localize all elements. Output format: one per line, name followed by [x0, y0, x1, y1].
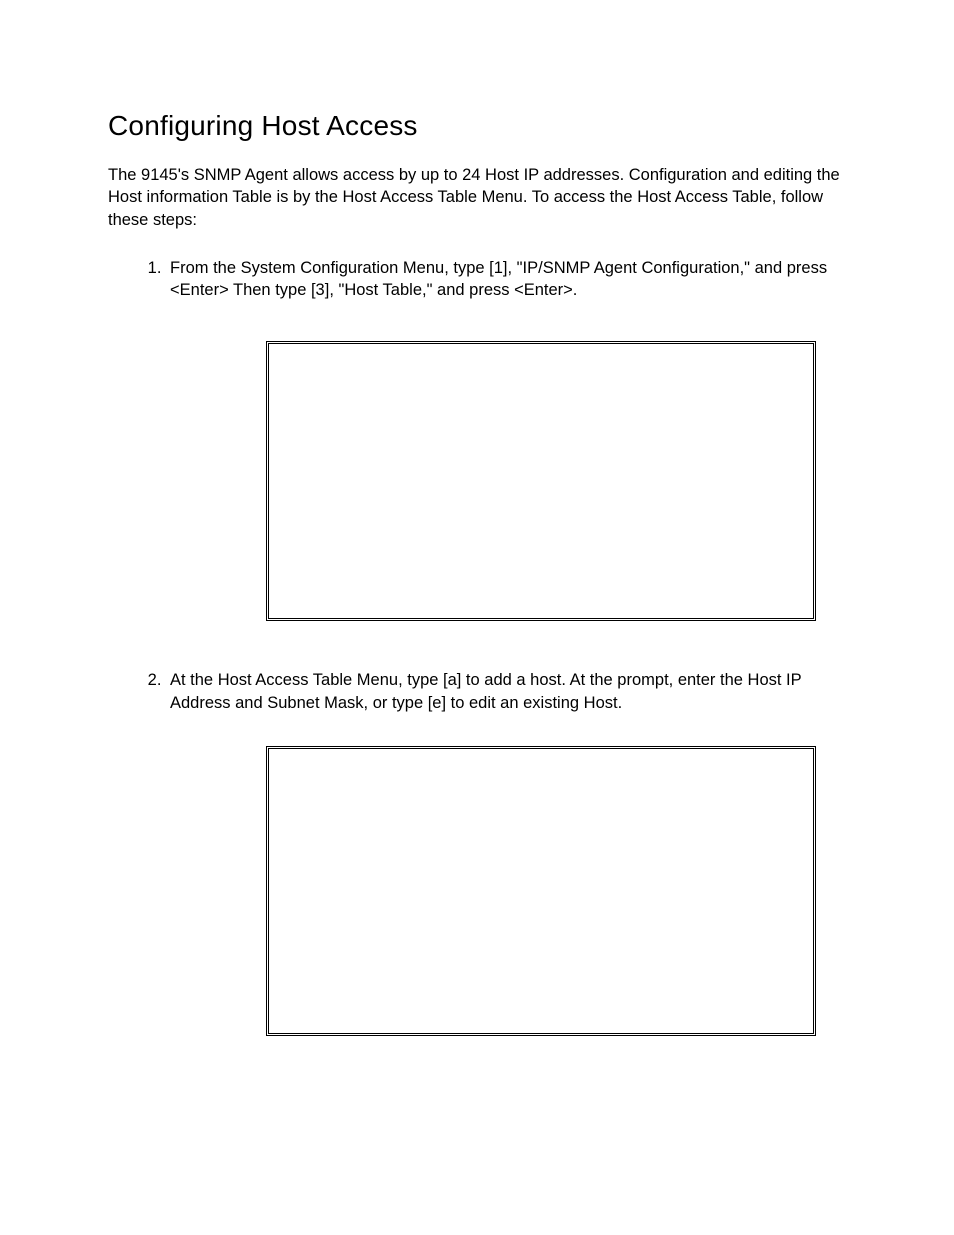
figure-2-wrap	[266, 746, 846, 1036]
step-1-text-e: ], "Host Table," and press <Enter>.	[325, 281, 578, 299]
intro-paragraph: The 9145's SNMP Agent allows access by u…	[108, 164, 846, 231]
figure-2-box	[266, 746, 816, 1036]
step-2: At the Host Access Table Menu, type [a] …	[166, 669, 846, 1036]
step-1: From the System Configuration Menu, type…	[166, 257, 846, 622]
figure-1-box	[266, 341, 816, 621]
step-1-text-a: From the System Configuration Menu, type…	[170, 259, 494, 277]
step-2-text: At the Host Access Table Menu, type [a] …	[170, 671, 801, 711]
step-list: From the System Configuration Menu, type…	[108, 257, 846, 1036]
figure-1-wrap	[266, 341, 846, 621]
step-1-key-1: 1	[494, 259, 503, 277]
step-1-key-3: 3	[316, 281, 325, 299]
page-title: Configuring Host Access	[108, 110, 846, 142]
document-page: Configuring Host Access The 9145's SNMP …	[0, 0, 954, 1036]
